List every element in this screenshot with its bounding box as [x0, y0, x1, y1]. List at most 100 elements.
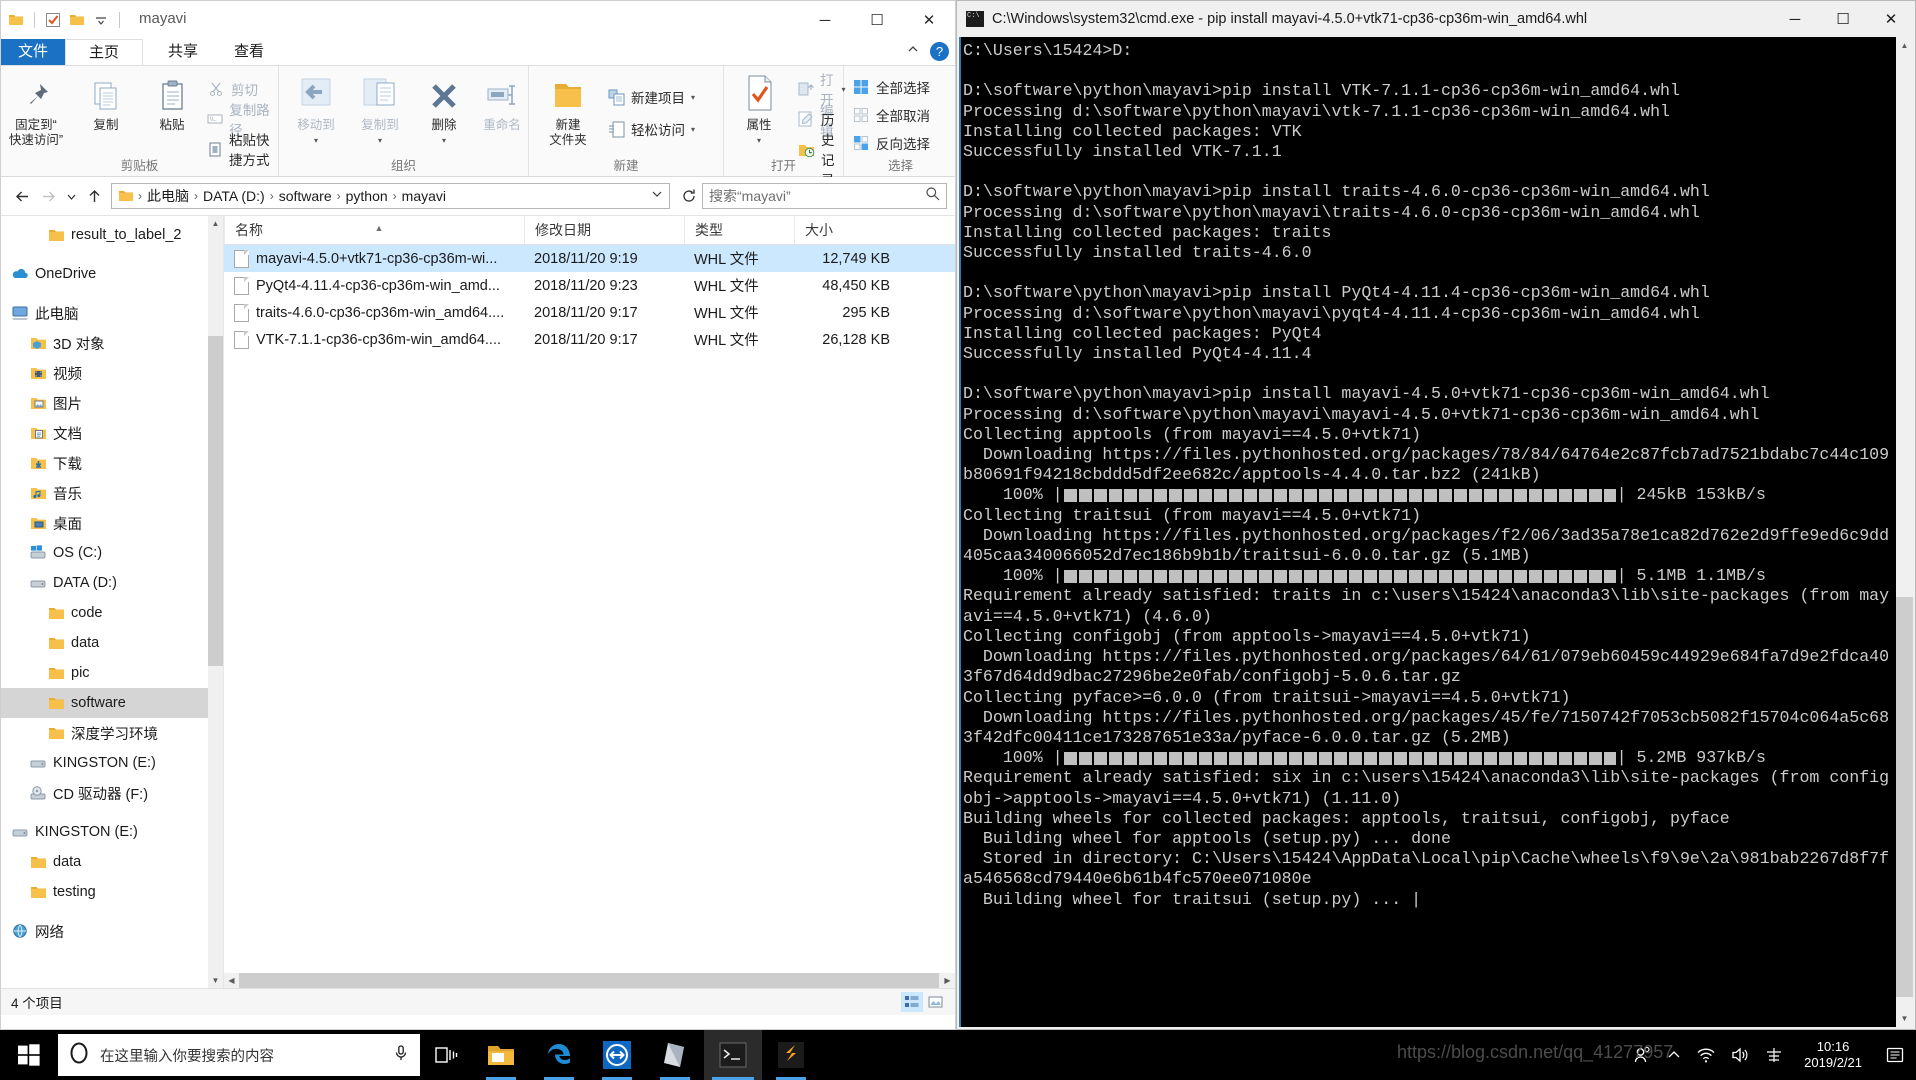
folder-icon[interactable]	[68, 11, 86, 29]
ime-icon[interactable]	[1764, 1045, 1784, 1065]
maximize-button[interactable]: ☐	[851, 1, 903, 39]
search-input[interactable]: 搜索“mayavi”	[709, 186, 925, 206]
chevron-down-icon[interactable]: ▾	[726, 133, 792, 148]
tab-view[interactable]: 查看	[213, 39, 285, 65]
recent-locations-button[interactable]	[61, 183, 81, 209]
chevron-down-icon[interactable]: ▾	[347, 133, 413, 148]
invert-selection-button[interactable]: 反向选择	[852, 132, 930, 154]
scroll-left-icon[interactable]: ◀	[224, 973, 239, 988]
chevron-down-icon[interactable]: ▾	[691, 93, 695, 102]
table-row[interactable]: mayavi-4.5.0+vtk71-cp36-cp36m-wi... 2018/…	[224, 245, 955, 272]
large-icons-view-icon[interactable]	[925, 992, 947, 1012]
chevron-down-icon[interactable]: ▾	[411, 133, 477, 148]
new-folder-button[interactable]: 新建 文件夹	[535, 74, 601, 148]
nav-data-d[interactable]: DATA (D:)	[1, 568, 223, 598]
nav-music[interactable]: 音乐	[1, 478, 223, 508]
chevron-up-icon[interactable]	[1666, 1047, 1682, 1063]
help-button[interactable]: ?	[930, 42, 949, 61]
file-list-hscrollbar[interactable]: ◀ ▶	[224, 973, 955, 988]
refresh-button[interactable]	[676, 183, 702, 209]
pin-to-quick-access[interactable]: 固定到“ 快速访问”	[3, 74, 69, 148]
scroll-up-icon[interactable]: ▲	[208, 216, 223, 231]
nav-kingston-e-root[interactable]: KINGSTON (E:)	[1, 817, 223, 847]
people-icon[interactable]	[1632, 1045, 1652, 1065]
column-header[interactable]: 类型	[684, 216, 794, 244]
file-name-cell[interactable]: traits-4.6.0-cp36-cp36m-win_amd64....	[224, 303, 524, 322]
taskbar-teamviewer[interactable]	[588, 1030, 646, 1080]
minimize-button[interactable]: ─	[799, 1, 851, 39]
file-name-cell[interactable]: mayavi-4.5.0+vtk71-cp36-cp36m-wi...	[224, 249, 524, 268]
breadcrumb-item-data-d[interactable]: DATA (D:)	[200, 188, 268, 204]
breadcrumb-item-mayavi[interactable]: mayavi	[399, 188, 449, 204]
easy-access-button[interactable]: 轻松访问 ▾	[607, 118, 695, 140]
nav-data[interactable]: data	[1, 628, 223, 658]
nav-videos[interactable]: 视频	[1, 358, 223, 388]
tab-share[interactable]: 共享	[147, 39, 219, 65]
cut-button[interactable]: 剪切	[207, 78, 258, 100]
nav-scroll-thumb[interactable]	[208, 336, 223, 666]
nav-kingston-data[interactable]: data	[1, 847, 223, 877]
chevron-down-icon[interactable]	[651, 187, 663, 205]
forward-button[interactable]	[35, 183, 61, 209]
hscroll-track[interactable]	[239, 973, 940, 988]
copy-path-button[interactable]: \\.. 复制路径	[207, 103, 278, 138]
taskbar-search[interactable]: 在这里输入你要搜索的内容	[58, 1034, 420, 1076]
nav-pic[interactable]: pic	[1, 658, 223, 688]
maximize-button[interactable]: ☐	[1819, 1, 1867, 37]
close-button[interactable]: ✕	[1867, 1, 1915, 37]
nav-software[interactable]: software	[1, 688, 223, 718]
nav-kingston-e[interactable]: KINGSTON (E:)	[1, 748, 223, 778]
breadcrumb[interactable]: › 此电脑 › DATA (D:) › software › python › …	[111, 183, 670, 209]
tab-home[interactable]: 主页	[65, 39, 143, 65]
clock[interactable]: 10:16 2019/2/21	[1798, 1039, 1868, 1071]
move-to-button[interactable]: 移动到 ▾	[283, 74, 349, 148]
select-none-button[interactable]: 全部取消	[852, 104, 930, 126]
chevron-down-icon[interactable]	[92, 11, 110, 29]
nav-scrollbar[interactable]: ▲ ▼	[208, 216, 223, 988]
breadcrumb-item-software[interactable]: software	[276, 188, 335, 204]
action-center-icon[interactable]	[1882, 1030, 1908, 1080]
new-item-button[interactable]: 新建项目 ▾	[607, 86, 695, 108]
nav-result-to-label-2[interactable]: result_to_label_2	[1, 220, 223, 250]
checkbox-icon[interactable]	[44, 11, 62, 29]
file-name-cell[interactable]: PyQt4-4.11.4-cp36-cp36m-win_amd...	[224, 276, 524, 295]
close-button[interactable]: ✕	[903, 1, 955, 39]
cmd-console-output[interactable]: C:\Users\15424>D: D:\software\python\may…	[959, 37, 1896, 1027]
nav-deep-learning-env[interactable]: 深度学习环境	[1, 718, 223, 748]
nav-this-pc[interactable]: 此电脑	[1, 298, 223, 328]
nav-onedrive[interactable]: OneDrive	[1, 259, 223, 289]
column-header[interactable]: 名称 ▲	[224, 216, 524, 244]
taskbar-notebook-app[interactable]	[646, 1030, 704, 1080]
column-header[interactable]: 大小	[794, 216, 904, 244]
delete-button[interactable]: 删除 ▾	[411, 74, 477, 148]
nav-code[interactable]: code	[1, 598, 223, 628]
nav-3d-objects[interactable]: 3D 对象	[1, 328, 223, 358]
copy-button[interactable]: 复制	[73, 74, 139, 133]
nav-cd-drive-f[interactable]: CD 驱动器 (F:)	[1, 778, 223, 808]
search-box[interactable]: 搜索“mayavi”	[702, 183, 947, 209]
tab-file[interactable]: 文件	[1, 39, 65, 65]
nav-pictures[interactable]: 图片	[1, 388, 223, 418]
search-input[interactable]: 在这里输入你要搜索的内容	[100, 1045, 382, 1066]
rename-button[interactable]: 重命名	[469, 74, 535, 133]
nav-network[interactable]: 网络	[1, 916, 223, 946]
up-button[interactable]	[81, 183, 107, 209]
table-row[interactable]: PyQt4-4.11.4-cp36-cp36m-win_amd... 2018/1…	[224, 272, 955, 299]
scroll-up-icon[interactable]: ▲	[1896, 37, 1913, 54]
nav-kingston-testing[interactable]: testing	[1, 877, 223, 907]
open-button[interactable]: 打开 ▾	[798, 73, 846, 108]
details-view-icon[interactable]	[901, 992, 923, 1012]
select-all-button[interactable]: 全部选择	[852, 76, 930, 98]
copy-to-button[interactable]: 复制到 ▾	[347, 74, 413, 148]
wifi-icon[interactable]	[1696, 1046, 1716, 1064]
scroll-down-icon[interactable]: ▼	[1896, 1010, 1913, 1027]
cmd-scroll-thumb[interactable]	[1896, 597, 1913, 997]
table-row[interactable]: VTK-7.1.1-cp36-cp36m-win_amd64.... 2018/1…	[224, 326, 955, 353]
properties-button[interactable]: 属性 ▾	[726, 74, 792, 148]
taskbar-file-explorer[interactable]	[472, 1030, 530, 1080]
nav-downloads[interactable]: 下载	[1, 448, 223, 478]
nav-os-c[interactable]: OS (C:)	[1, 538, 223, 568]
breadcrumb-item-this-pc[interactable]: 此电脑	[144, 186, 192, 206]
hscroll-thumb[interactable]	[239, 973, 939, 988]
column-header[interactable]: 修改日期	[524, 216, 684, 244]
